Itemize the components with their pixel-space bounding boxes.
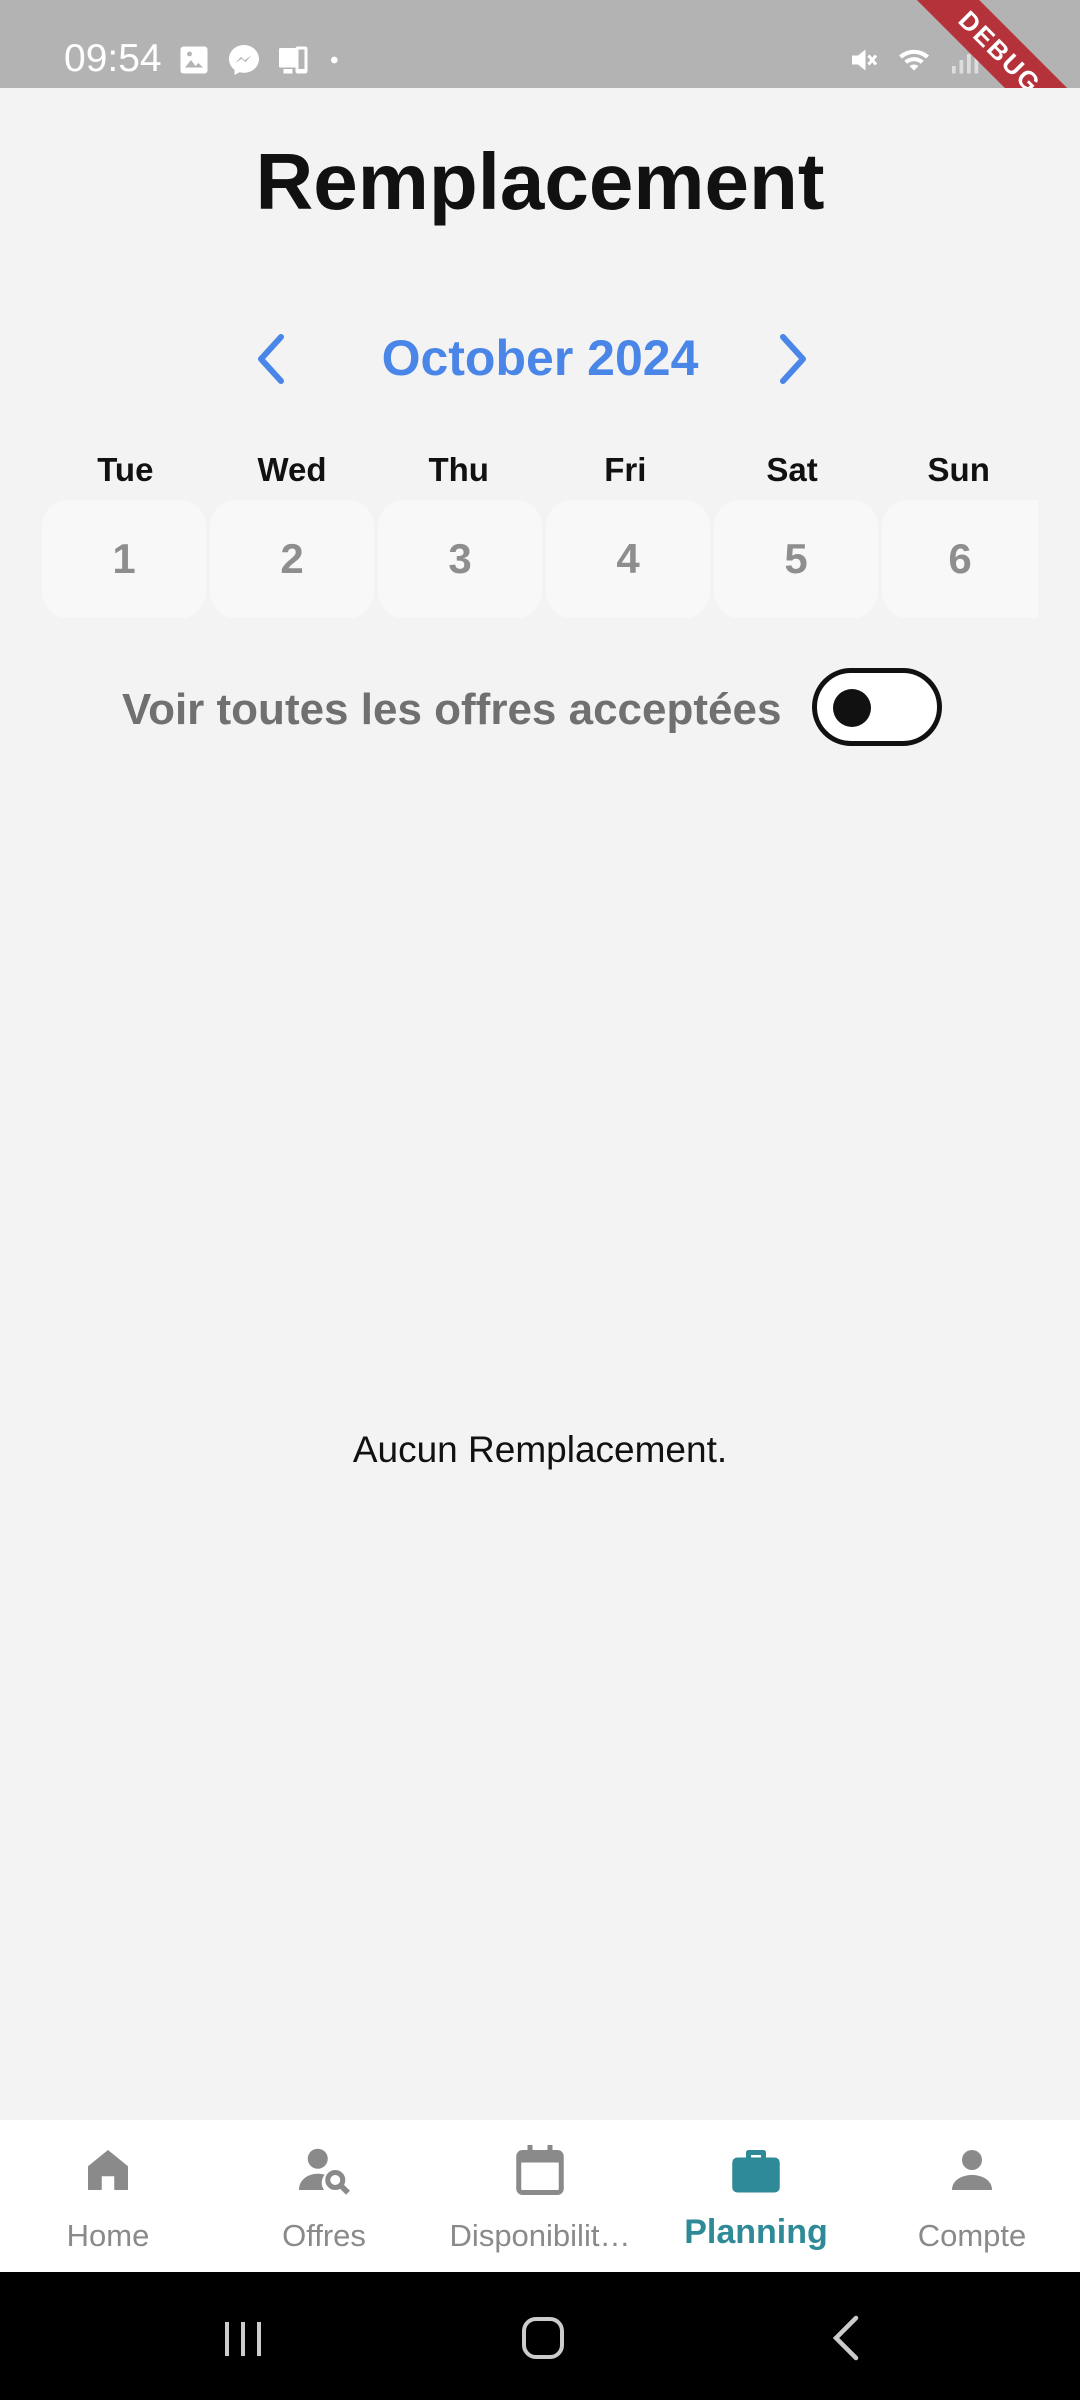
nav-item-home[interactable]: Home (0, 2120, 216, 2272)
weekday-label: Wed (257, 451, 327, 488)
device-icon (279, 46, 308, 74)
weekday-label: Fri (604, 451, 647, 488)
chevron-right-icon (780, 334, 806, 384)
accepted-offers-filter: Voir toutes les offres acceptées (0, 668, 1080, 752)
nav-label: Home (66, 2218, 150, 2253)
nav-label: Planning (684, 2213, 828, 2251)
person-search-icon (299, 2148, 350, 2195)
home-button[interactable] (513, 2308, 573, 2368)
weekday-header: Tue Wed Thu Fri Sat Sun (42, 446, 1042, 494)
recent-apps-button[interactable] (213, 2308, 273, 2368)
empty-state-message: Aucun Remplacement. (352, 1429, 728, 1470)
chevron-left-icon (258, 334, 284, 384)
briefcase-icon (732, 2150, 780, 2193)
day-cell[interactable]: 2 (210, 500, 374, 618)
next-month-button[interactable] (758, 324, 828, 394)
page-title: Remplacement (255, 137, 825, 226)
image-icon (180, 46, 208, 74)
previous-month-button[interactable] (236, 324, 306, 394)
weekday-label: Thu (428, 451, 489, 488)
day-cell[interactable]: 6 (882, 500, 1038, 618)
weekday-label: Sat (766, 451, 818, 488)
weekday-label: Tue (97, 451, 154, 488)
month-label: October 2024 (381, 330, 699, 386)
messenger-icon (229, 45, 259, 75)
status-time: 09:54 (64, 37, 162, 80)
status-bar: 09:54 DEBUG (0, 0, 1080, 88)
day-cell[interactable]: 4 (546, 500, 710, 618)
wifi-icon (899, 49, 929, 71)
weekday-label: Sun (927, 451, 990, 488)
day-cell[interactable]: 5 (714, 500, 878, 618)
dot-icon (331, 56, 338, 64)
back-button[interactable] (818, 2308, 878, 2368)
nav-item-planning[interactable]: Planning (648, 2120, 864, 2272)
home-icon (88, 2150, 128, 2190)
toggle-label: Voir toutes les offres acceptées (122, 685, 782, 734)
nav-label: Compte (917, 2218, 1027, 2253)
day-cell[interactable]: 3 (378, 500, 542, 618)
nav-item-compte[interactable]: Compte (864, 2120, 1080, 2272)
nav-item-offres[interactable]: Offres (216, 2120, 432, 2272)
person-icon (952, 2150, 992, 2190)
toggle-knob (833, 689, 871, 727)
mute-icon (852, 49, 878, 71)
nav-label: Disponibilit… (449, 2218, 631, 2253)
accepted-offers-toggle[interactable] (812, 668, 942, 746)
day-cell[interactable]: 1 (42, 500, 206, 618)
nav-label: Offres (282, 2218, 366, 2253)
system-navigation-bar (0, 2272, 1080, 2400)
status-left-icons (176, 40, 346, 80)
day-strip: 1 2 3 4 5 6 (42, 500, 1042, 618)
month-navigation: October 2024 (0, 318, 1080, 398)
bottom-navigation: Home Offres Disponibilit… Planning Compt… (0, 2120, 1080, 2272)
calendar-icon (516, 2145, 564, 2195)
nav-item-disponibilites[interactable]: Disponibilit… (432, 2120, 648, 2272)
